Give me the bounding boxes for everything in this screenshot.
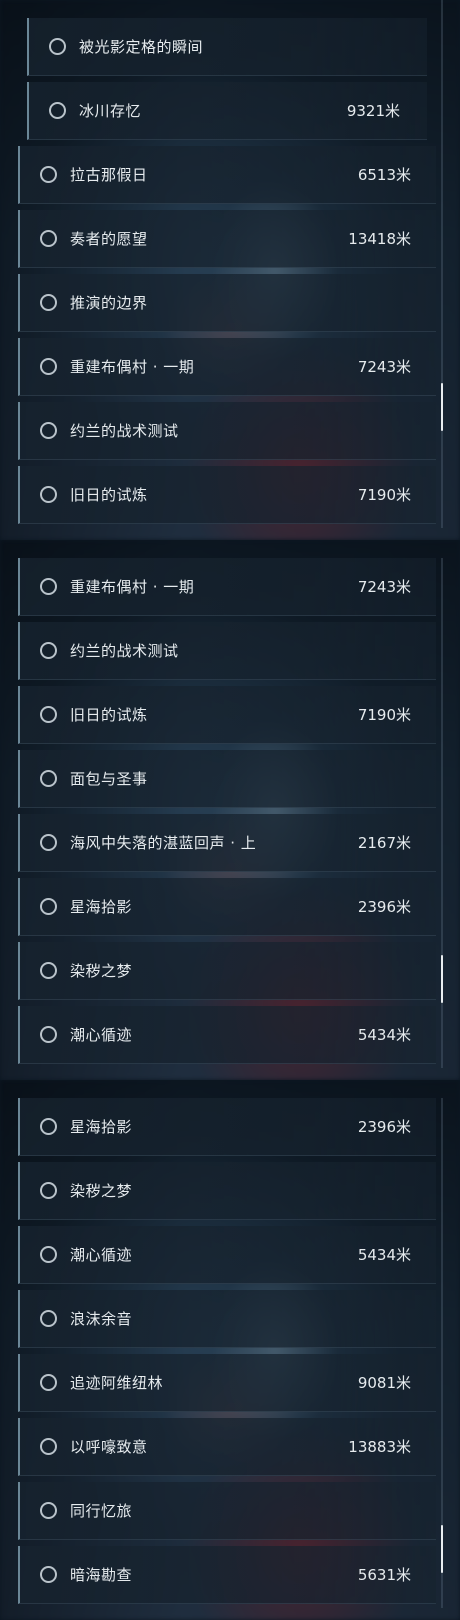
- quest-status-circle-icon: [49, 102, 66, 119]
- quest-list[interactable]: 星海拾影 2396米染秽之梦潮心循迹 5434米浪沫余音追迹阿维纽林 9081米以呼嚎…: [0, 1080, 460, 1620]
- quest-name: 同行忆旅: [70, 1502, 133, 1520]
- quest-status-circle-icon: [40, 1374, 57, 1391]
- quest-name: 以呼嚎致意: [70, 1438, 148, 1456]
- quest-distance: 5434米: [357, 1026, 411, 1044]
- quest-name: 推演的边界: [70, 294, 148, 312]
- quest-list-item[interactable]: 奏者的愿望 13418米: [18, 210, 436, 268]
- quest-list-item[interactable]: 同行忆旅: [18, 1482, 436, 1540]
- quest-name: 拉古那假日: [70, 166, 148, 184]
- scrollbar-track[interactable]: [441, 0, 443, 528]
- quest-distance: 7243米: [357, 358, 411, 376]
- quest-name: 旧日的试炼: [70, 706, 148, 724]
- quest-status-circle-icon: [40, 1026, 57, 1043]
- quest-status-circle-icon: [40, 1182, 57, 1199]
- quest-status-circle-icon: [40, 770, 57, 787]
- quest-list-item[interactable]: 重建布偶村 · 一期 7243米: [18, 558, 436, 616]
- quest-name: 追迹阿维纽林: [70, 1374, 164, 1392]
- quest-status-circle-icon: [40, 486, 57, 503]
- quest-status-circle-icon: [40, 834, 57, 851]
- quest-list-panel-1: 被光影定格的瞬间 冰川存忆 9321米拉古那假日 6513米奏者的愿望 13418米推演…: [0, 0, 460, 540]
- quest-status-circle-icon: [40, 294, 57, 311]
- scrollbar-thumb[interactable]: [441, 955, 443, 1003]
- quest-status-circle-icon: [40, 230, 57, 247]
- quest-list-item[interactable]: 追迹阿维纽林 9081米: [18, 1354, 436, 1412]
- quest-name: 星海拾影: [70, 898, 133, 916]
- quest-distance: 9081米: [357, 1374, 411, 1392]
- quest-list-panel-3: 星海拾影 2396米染秽之梦潮心循迹 5434米浪沫余音追迹阿维纽林 9081米以呼嚎…: [0, 1080, 460, 1620]
- quest-name: 暗海勘查: [70, 1566, 133, 1584]
- quest-name: 面包与圣事: [70, 770, 148, 788]
- quest-status-circle-icon: [40, 1502, 57, 1519]
- scrollbar-track[interactable]: [441, 1098, 443, 1608]
- quest-list[interactable]: 重建布偶村 · 一期 7243米约兰的战术测试 旧日的试炼 7190米面包与圣事海风中…: [0, 540, 460, 1080]
- quest-status-circle-icon: [40, 422, 57, 439]
- quest-list-item[interactable]: 潮心循迹 5434米: [18, 1006, 436, 1064]
- quest-list-item[interactable]: 旧日的试炼 7190米: [18, 466, 436, 524]
- scrollbar-track[interactable]: [441, 558, 443, 1068]
- quest-list-item[interactable]: 潮心循迹 5434米: [18, 1226, 436, 1284]
- quest-status-circle-icon: [40, 1566, 57, 1583]
- quest-distance: 9321米: [346, 102, 400, 120]
- quest-status-circle-icon: [40, 962, 57, 979]
- quest-name: 奏者的愿望: [70, 230, 148, 248]
- quest-distance: 6513米: [357, 166, 411, 184]
- quest-list-item[interactable]: 约兰的战术测试: [18, 622, 436, 680]
- quest-list-item[interactable]: 以呼嚎致意 13883米: [18, 1418, 436, 1476]
- quest-status-circle-icon: [49, 38, 66, 55]
- quest-list-item[interactable]: 星海拾影 2396米: [18, 1098, 436, 1156]
- quest-name: 重建布偶村 · 一期: [70, 578, 195, 596]
- quest-name: 重建布偶村 · 一期: [70, 358, 195, 376]
- quest-list-item[interactable]: 面包与圣事: [18, 750, 436, 808]
- quest-distance: 2167米: [357, 834, 411, 852]
- quest-distance: 13883米: [348, 1438, 411, 1456]
- quest-list-item[interactable]: 浪沫余音: [18, 1290, 436, 1348]
- scrollbar-thumb[interactable]: [441, 383, 443, 431]
- quest-distance: 2396米: [357, 898, 411, 916]
- quest-status-circle-icon: [40, 1246, 57, 1263]
- quest-list-item[interactable]: 推演的边界: [18, 274, 436, 332]
- quest-list-item[interactable]: 染秽之梦: [18, 1162, 436, 1220]
- quest-list-item[interactable]: 重建布偶村 · 一期 7243米: [18, 338, 436, 396]
- quest-distance: 7190米: [357, 706, 411, 724]
- quest-name: 旧日的试炼: [70, 486, 148, 504]
- quest-list-item[interactable]: 冰川存忆 9321米: [27, 82, 427, 140]
- quest-name: 约兰的战术测试: [70, 422, 179, 440]
- quest-list-item[interactable]: 海风中失落的湛蓝回声 · 上 2167米: [18, 814, 436, 872]
- quest-status-circle-icon: [40, 642, 57, 659]
- quest-name: 星海拾影: [70, 1118, 133, 1136]
- quest-name: 潮心循迹: [70, 1246, 133, 1264]
- quest-list-item[interactable]: 拉古那假日 6513米: [18, 146, 436, 204]
- quest-list[interactable]: 被光影定格的瞬间 冰川存忆 9321米拉古那假日 6513米奏者的愿望 13418米推演…: [0, 0, 460, 540]
- quest-name: 浪沫余音: [70, 1310, 133, 1328]
- quest-status-circle-icon: [40, 358, 57, 375]
- quest-status-circle-icon: [40, 166, 57, 183]
- quest-list-item[interactable]: 被光影定格的瞬间: [27, 18, 427, 76]
- quest-list-item[interactable]: 染秽之梦: [18, 942, 436, 1000]
- quest-name: 潮心循迹: [70, 1026, 133, 1044]
- quest-list-item[interactable]: 约兰的战术测试: [18, 402, 436, 460]
- quest-name: 被光影定格的瞬间: [79, 38, 204, 56]
- scrollbar-thumb[interactable]: [441, 1525, 443, 1573]
- quest-status-circle-icon: [40, 1438, 57, 1455]
- quest-name: 染秽之梦: [70, 962, 133, 980]
- quest-list-item[interactable]: 暗海勘查 5631米: [18, 1546, 436, 1604]
- quest-list-item[interactable]: 星海拾影 2396米: [18, 878, 436, 936]
- quest-name: 约兰的战术测试: [70, 642, 179, 660]
- quest-list-panel-2: 重建布偶村 · 一期 7243米约兰的战术测试 旧日的试炼 7190米面包与圣事海风中…: [0, 540, 460, 1080]
- quest-name: 冰川存忆: [79, 102, 142, 120]
- quest-name: 海风中失落的湛蓝回声 · 上: [70, 834, 257, 852]
- quest-distance: 13418米: [348, 230, 411, 248]
- quest-status-circle-icon: [40, 1118, 57, 1135]
- quest-name: 染秽之梦: [70, 1182, 133, 1200]
- quest-distance: 5631米: [357, 1566, 411, 1584]
- quest-status-circle-icon: [40, 578, 57, 595]
- quest-status-circle-icon: [40, 898, 57, 915]
- quest-distance: 2396米: [357, 1118, 411, 1136]
- quest-distance: 7243米: [357, 578, 411, 596]
- quest-list-item[interactable]: 旧日的试炼 7190米: [18, 686, 436, 744]
- quest-distance: 7190米: [357, 486, 411, 504]
- quest-status-circle-icon: [40, 706, 57, 723]
- quest-distance: 5434米: [357, 1246, 411, 1264]
- quest-status-circle-icon: [40, 1310, 57, 1327]
